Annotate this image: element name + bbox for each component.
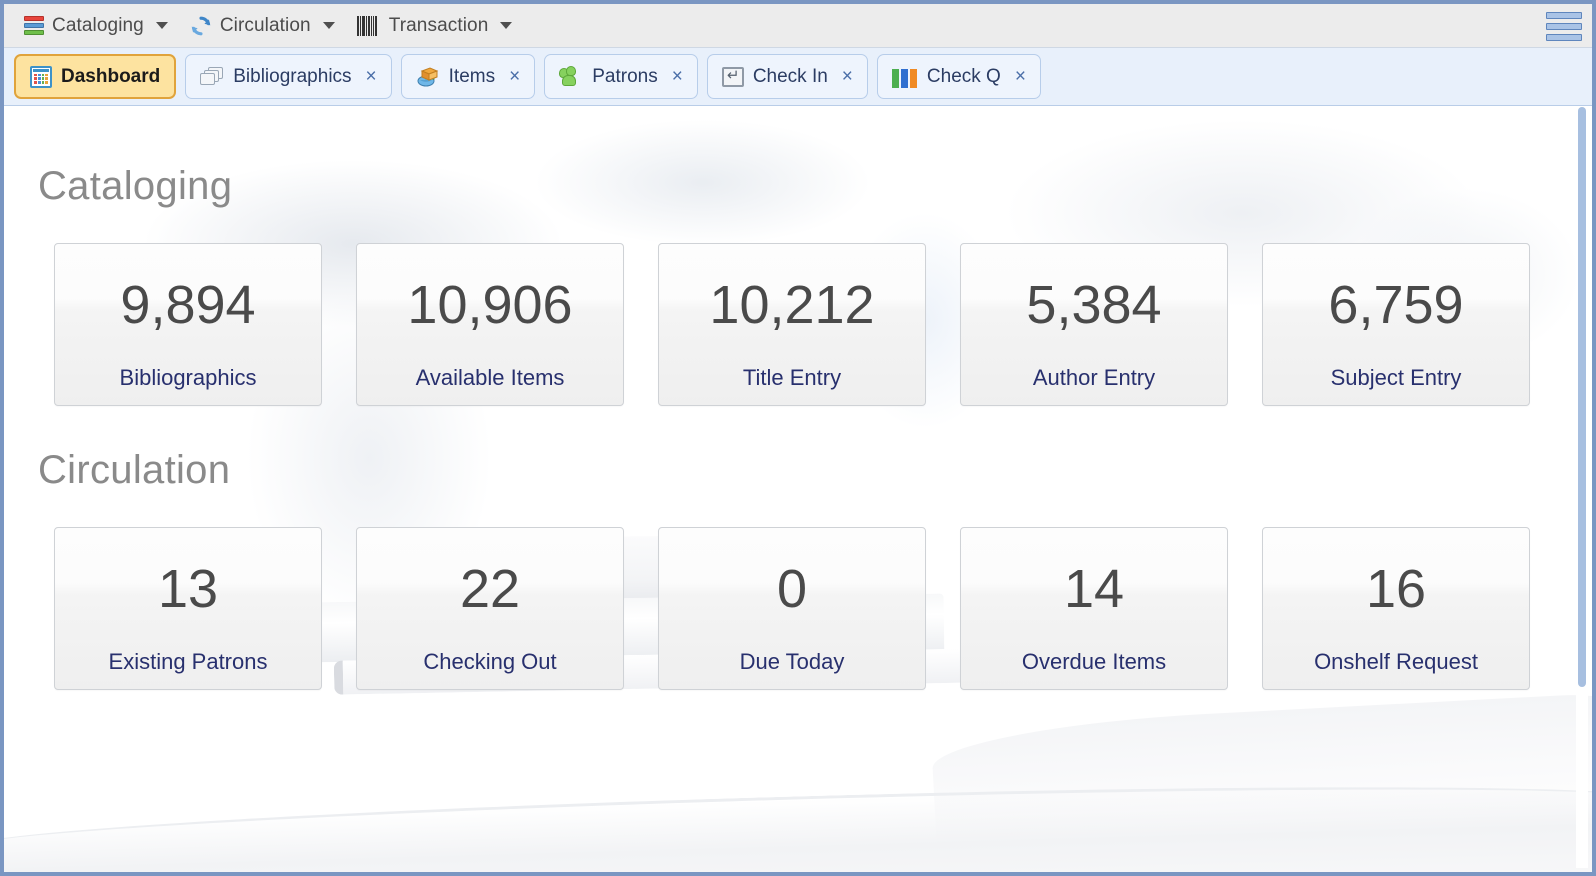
check-q-icon xyxy=(892,66,918,88)
background-table xyxy=(931,692,1592,872)
check-in-icon xyxy=(722,67,744,87)
vertical-scrollbar[interactable] xyxy=(1576,107,1588,868)
stat-label[interactable]: Available Items xyxy=(416,365,565,391)
stat-label[interactable]: Overdue Items xyxy=(1022,649,1166,675)
section-title-circulation: Circulation xyxy=(38,406,1592,493)
menu-item-label: Cataloging xyxy=(52,15,144,37)
stat-card-onshelf-request[interactable]: 16 Onshelf Request xyxy=(1262,527,1530,690)
tab-check-q[interactable]: Check Q × xyxy=(877,54,1041,99)
tab-close-button[interactable]: × xyxy=(509,67,520,86)
bibliographics-icon xyxy=(200,67,224,87)
menu-item-transaction[interactable]: Transaction xyxy=(351,11,523,41)
circulation-icon xyxy=(190,15,212,37)
barcode-icon xyxy=(357,16,381,36)
tab-label: Dashboard xyxy=(61,66,160,88)
tab-check-in[interactable]: Check In × xyxy=(707,54,868,99)
scrollbar-thumb[interactable] xyxy=(1578,107,1586,687)
background-table xyxy=(4,772,1592,872)
items-icon xyxy=(416,66,440,88)
application-window: Cataloging Circulation Transaction xyxy=(0,0,1596,876)
stat-card-available-items[interactable]: 10,906 Available Items xyxy=(356,243,624,406)
stat-value: 9,894 xyxy=(120,278,255,332)
menu-bar: Cataloging Circulation Transaction xyxy=(4,4,1592,48)
stat-label[interactable]: Bibliographics xyxy=(120,365,257,391)
stat-value: 10,212 xyxy=(709,278,874,332)
stat-card-existing-patrons[interactable]: 13 Existing Patrons xyxy=(54,527,322,690)
tab-items[interactable]: Items × xyxy=(401,54,536,99)
chevron-down-icon xyxy=(500,22,512,29)
tab-label: Bibliographics xyxy=(233,66,351,88)
chevron-down-icon xyxy=(156,22,168,29)
tab-patrons[interactable]: Patrons × xyxy=(544,54,698,99)
menu-item-label: Transaction xyxy=(389,15,489,37)
stat-label[interactable]: Subject Entry xyxy=(1331,365,1462,391)
tab-label: Check Q xyxy=(927,66,1001,88)
stat-label[interactable]: Author Entry xyxy=(1033,365,1155,391)
stat-label[interactable]: Existing Patrons xyxy=(109,649,268,675)
tab-label: Patrons xyxy=(592,66,657,88)
hamburger-icon[interactable] xyxy=(1546,11,1582,41)
stat-card-overdue-items[interactable]: 14 Overdue Items xyxy=(960,527,1228,690)
stat-card-author-entry[interactable]: 5,384 Author Entry xyxy=(960,243,1228,406)
stat-value: 22 xyxy=(460,562,520,616)
tab-label: Items xyxy=(449,66,495,88)
stat-label[interactable]: Onshelf Request xyxy=(1314,649,1478,675)
stat-card-bibliographics[interactable]: 9,894 Bibliographics xyxy=(54,243,322,406)
menu-item-circulation[interactable]: Circulation xyxy=(184,11,345,41)
tab-bibliographics[interactable]: Bibliographics × xyxy=(185,54,391,99)
stat-label[interactable]: Due Today xyxy=(740,649,845,675)
dashboard-icon xyxy=(30,66,52,88)
tab-close-button[interactable]: × xyxy=(672,67,683,86)
stat-card-checking-out[interactable]: 22 Checking Out xyxy=(356,527,624,690)
section-title-cataloging: Cataloging xyxy=(38,106,1592,209)
stat-value: 5,384 xyxy=(1026,278,1161,332)
tab-dashboard[interactable]: Dashboard xyxy=(14,54,176,99)
stat-label[interactable]: Title Entry xyxy=(743,365,841,391)
tab-close-button[interactable]: × xyxy=(366,67,377,86)
stats-sections: Cataloging 9,894 Bibliographics 10,906 A… xyxy=(4,106,1592,690)
cataloging-card-row: 9,894 Bibliographics 10,906 Available It… xyxy=(4,243,1592,406)
menu-item-cataloging[interactable]: Cataloging xyxy=(18,11,178,41)
stat-value: 6,759 xyxy=(1328,278,1463,332)
stat-value: 0 xyxy=(777,562,807,616)
stat-value: 10,906 xyxy=(407,278,572,332)
chevron-down-icon xyxy=(323,22,335,29)
tab-close-button[interactable]: × xyxy=(842,67,853,86)
patrons-icon xyxy=(559,66,583,88)
catalog-icon xyxy=(24,16,44,36)
stat-card-subject-entry[interactable]: 6,759 Subject Entry xyxy=(1262,243,1530,406)
stat-value: 13 xyxy=(158,562,218,616)
tab-close-button[interactable]: × xyxy=(1015,67,1026,86)
stat-value: 16 xyxy=(1366,562,1426,616)
stat-label[interactable]: Checking Out xyxy=(423,649,556,675)
tab-bar: Dashboard Bibliographics × Items xyxy=(4,48,1592,106)
dashboard-content: Cataloging 9,894 Bibliographics 10,906 A… xyxy=(4,106,1592,872)
menu-item-label: Circulation xyxy=(220,15,311,37)
tab-label: Check In xyxy=(753,66,828,88)
stat-value: 14 xyxy=(1064,562,1124,616)
stat-card-due-today[interactable]: 0 Due Today xyxy=(658,527,926,690)
circulation-card-row: 13 Existing Patrons 22 Checking Out 0 Du… xyxy=(4,527,1592,690)
stat-card-title-entry[interactable]: 10,212 Title Entry xyxy=(658,243,926,406)
